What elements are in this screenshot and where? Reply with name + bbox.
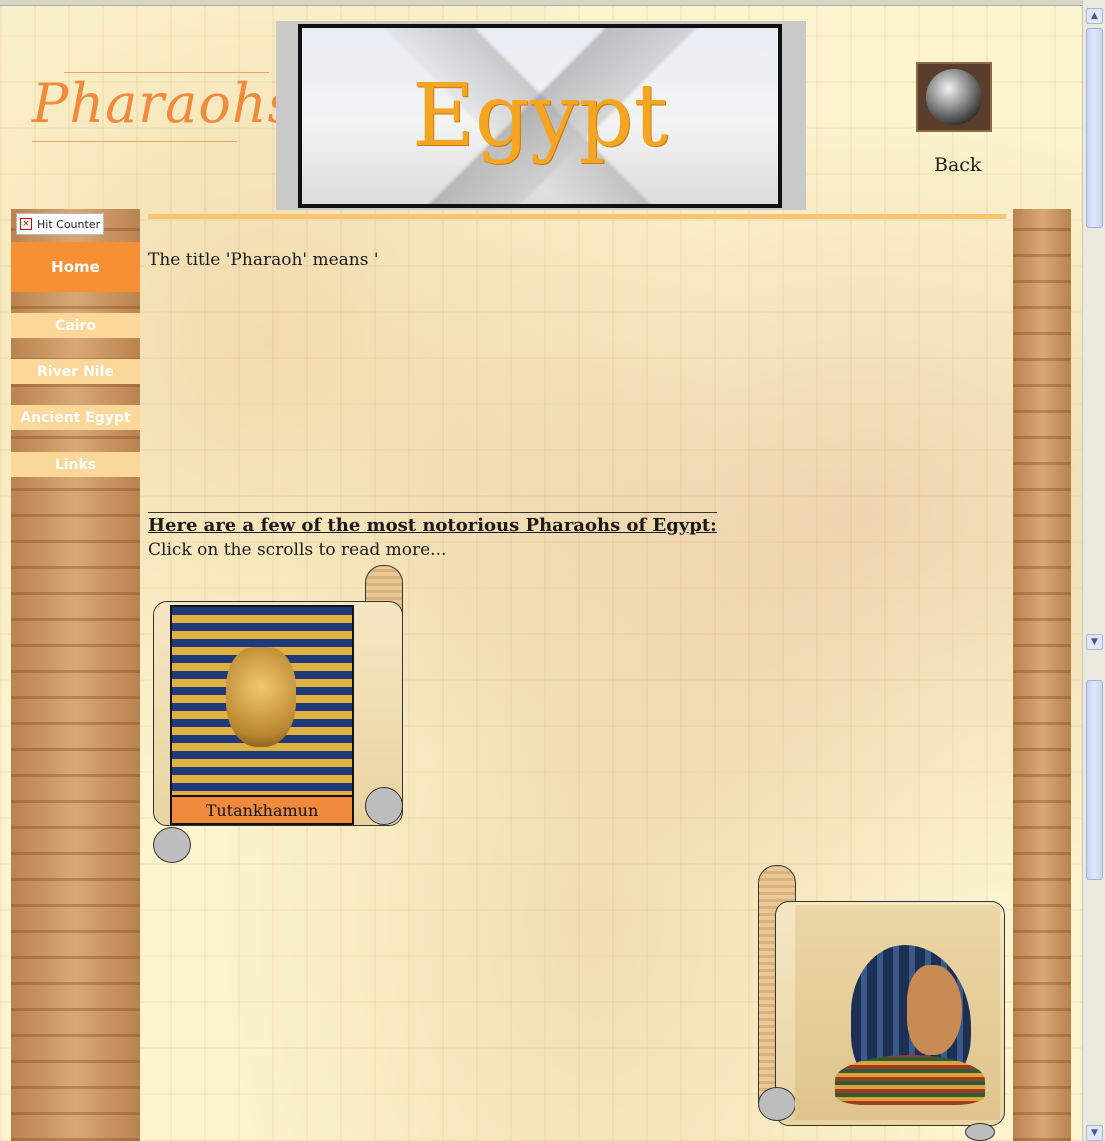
golden-mask xyxy=(226,647,296,747)
section-heading: Here are a few of the most notorious Pha… xyxy=(148,512,717,536)
site-logo: Pharaohs xyxy=(32,72,295,142)
scroll-thumb-lower[interactable] xyxy=(1086,680,1103,880)
hit-counter: × Hit Counter xyxy=(16,213,104,235)
scroll-thumb[interactable] xyxy=(1086,28,1103,228)
scroll-curl xyxy=(758,1087,796,1121)
banner-title: Egypt xyxy=(411,66,669,166)
nav-cairo[interactable]: Cairo xyxy=(11,313,140,338)
pyramid-banner-image: Egypt xyxy=(298,24,782,208)
scroll-down-icon-lower[interactable]: ▼ xyxy=(1086,1125,1103,1141)
nav-home[interactable]: Home xyxy=(11,242,140,292)
left-decorative-column xyxy=(11,209,140,1141)
nav-river-nile[interactable]: River Nile xyxy=(11,359,140,384)
broken-image-icon: × xyxy=(20,218,32,230)
scroll-curl xyxy=(365,787,403,825)
scroll-up-icon[interactable]: ▲ xyxy=(1086,8,1103,24)
header-banner: Egypt xyxy=(276,21,806,210)
section-subtext: Click on the scrolls to read more... xyxy=(148,540,447,560)
scroll-curl xyxy=(153,827,191,863)
tutankhamun-portrait[interactable]: Tutankhamun xyxy=(170,605,354,825)
back-button[interactable] xyxy=(916,62,992,132)
scroll-curl xyxy=(965,1123,995,1141)
browser-top-edge xyxy=(0,0,1082,6)
back-orb-icon xyxy=(926,69,982,125)
scroll-down-icon[interactable]: ▼ xyxy=(1086,634,1103,650)
face xyxy=(907,965,962,1055)
nav-links[interactable]: Links xyxy=(11,452,140,477)
hit-counter-label: Hit Counter xyxy=(37,217,101,231)
nav-ancient-egypt[interactable]: Ancient Egypt xyxy=(11,405,140,430)
intro-text: The title 'Pharaoh' means ' xyxy=(148,250,379,270)
right-decorative-column xyxy=(1013,209,1071,1141)
portrait-label: Tutankhamun xyxy=(172,795,352,823)
collar xyxy=(835,1055,985,1105)
scroll-queen[interactable] xyxy=(755,865,1010,1141)
scroll-tutankhamun[interactable]: Tutankhamun xyxy=(150,565,410,865)
back-link[interactable]: Back xyxy=(934,154,981,176)
vertical-scrollbar[interactable]: ▲ ▼ ▼ xyxy=(1082,0,1105,1141)
queen-portrait[interactable] xyxy=(795,905,1000,1120)
header-divider xyxy=(148,214,1006,219)
